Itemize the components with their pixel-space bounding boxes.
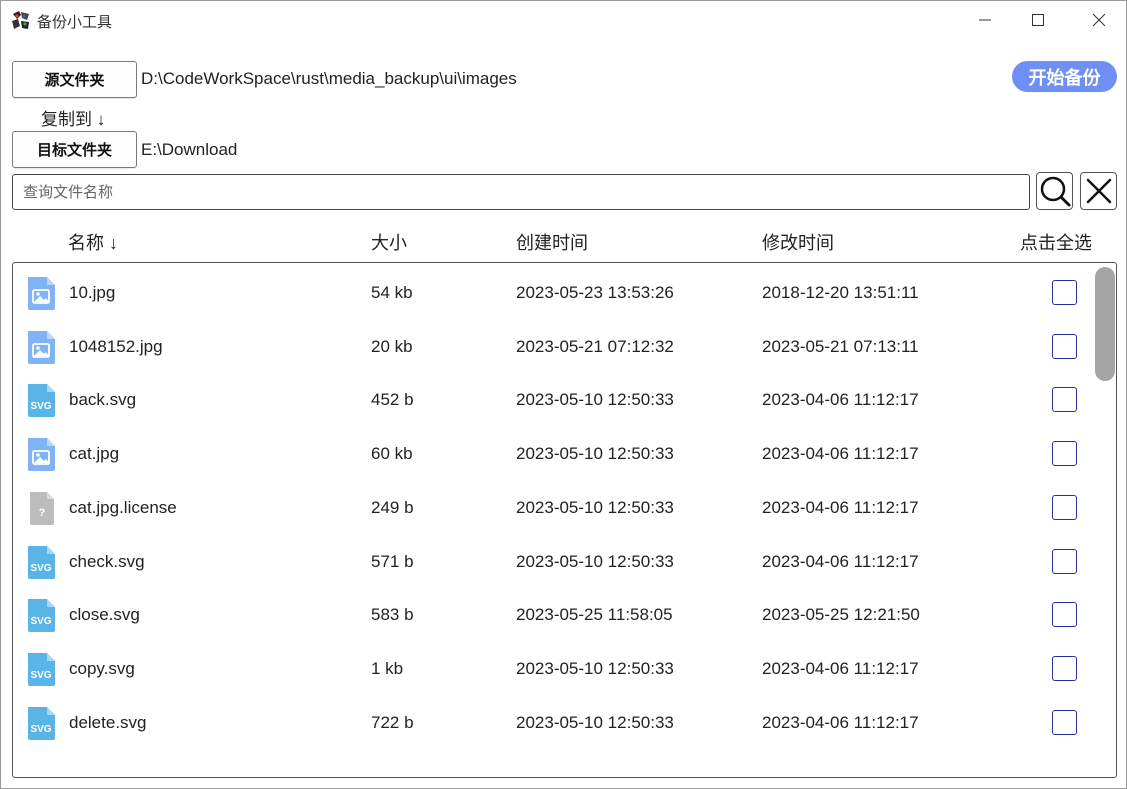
close-icon bbox=[1092, 13, 1106, 27]
app-window: 备份小工具 源文件夹 D:\CodeWorkSpace\rust\media_b… bbox=[0, 0, 1127, 789]
file-modified: 2023-04-06 11:12:17 bbox=[762, 552, 919, 571]
file-size: 452 b bbox=[371, 390, 414, 409]
source-path: D:\CodeWorkSpace\rust\media_backup\ui\im… bbox=[141, 69, 517, 88]
file-name: delete.svg bbox=[69, 713, 147, 732]
file-created: 2023-05-10 12:50:33 bbox=[516, 390, 674, 409]
file-row[interactable]: SVG check.svg 571 b 2023-05-10 12:50:33 … bbox=[13, 534, 1116, 588]
target-folder-button[interactable]: 目标文件夹 bbox=[12, 131, 137, 168]
file-size: 583 b bbox=[371, 605, 414, 624]
file-list: 10.jpg 54 kb 2023-05-23 13:53:26 2018-12… bbox=[12, 262, 1117, 778]
svg-text:SVG: SVG bbox=[30, 401, 51, 412]
search-input[interactable] bbox=[12, 174, 1030, 210]
file-created: 2023-05-25 11:58:05 bbox=[516, 605, 673, 624]
file-row[interactable]: SVG copy.svg 1 kb 2023-05-10 12:50:33 20… bbox=[13, 641, 1116, 695]
file-name: cat.jpg.license bbox=[69, 498, 177, 517]
file-size: 60 kb bbox=[371, 444, 413, 463]
file-row[interactable]: cat.jpg 60 kb 2023-05-10 12:50:33 2023-0… bbox=[13, 426, 1116, 480]
copy-to-label: 复制到 ↓ bbox=[41, 110, 106, 129]
file-name: check.svg bbox=[69, 552, 145, 571]
source-folder-button[interactable]: 源文件夹 bbox=[12, 61, 137, 98]
column-header-created[interactable]: 创建时间 bbox=[516, 229, 588, 255]
file-created: 2023-05-10 12:50:33 bbox=[516, 444, 674, 463]
file-created: 2023-05-21 07:12:32 bbox=[516, 337, 674, 356]
svg-file-icon: SVG bbox=[28, 653, 55, 686]
file-checkbox[interactable] bbox=[1052, 495, 1077, 520]
title-bar: 备份小工具 bbox=[1, 1, 1126, 39]
file-size: 20 kb bbox=[371, 337, 413, 356]
svg-text:SVG: SVG bbox=[30, 724, 51, 735]
file-row[interactable]: SVG back.svg 452 b 2023-05-10 12:50:33 2… bbox=[13, 372, 1116, 426]
start-backup-button[interactable]: 开始备份 bbox=[1012, 61, 1117, 92]
file-checkbox[interactable] bbox=[1052, 549, 1077, 574]
file-row[interactable]: SVG delete.svg 722 b 2023-05-10 12:50:33… bbox=[13, 695, 1116, 749]
file-modified: 2018-12-20 13:51:11 bbox=[762, 283, 919, 302]
file-created: 2023-05-10 12:50:33 bbox=[516, 659, 674, 678]
svg-file-icon: SVG bbox=[28, 599, 55, 632]
file-row[interactable]: 1048152.jpg 20 kb 2023-05-21 07:12:32 20… bbox=[13, 319, 1116, 373]
svg-file-icon: SVG bbox=[28, 707, 55, 740]
file-checkbox[interactable] bbox=[1052, 710, 1077, 735]
app-logo-icon bbox=[11, 10, 31, 30]
file-modified: 2023-04-06 11:12:17 bbox=[762, 498, 919, 517]
clear-search-button[interactable] bbox=[1080, 172, 1117, 210]
minimize-icon bbox=[979, 19, 991, 21]
file-size: 249 b bbox=[371, 498, 414, 517]
file-name: close.svg bbox=[69, 605, 140, 624]
file-name: 10.jpg bbox=[69, 283, 116, 302]
file-checkbox[interactable] bbox=[1052, 441, 1077, 466]
search-button[interactable] bbox=[1036, 172, 1073, 210]
file-modified: 2023-04-06 11:12:17 bbox=[762, 444, 919, 463]
svg-text:?: ? bbox=[39, 507, 46, 519]
file-size: 571 b bbox=[371, 552, 414, 571]
maximize-button[interactable] bbox=[1015, 1, 1061, 39]
file-modified: 2023-05-21 07:13:11 bbox=[762, 337, 919, 356]
file-size: 1 kb bbox=[371, 659, 404, 678]
file-name: copy.svg bbox=[69, 659, 135, 678]
close-icon bbox=[1086, 178, 1111, 204]
maximize-icon bbox=[1032, 14, 1044, 26]
file-checkbox[interactable] bbox=[1052, 656, 1077, 681]
target-path: E:\Download bbox=[141, 140, 238, 159]
unknown-file-icon: ? bbox=[30, 492, 54, 525]
file-size: 722 b bbox=[371, 713, 414, 732]
column-header-name[interactable]: 名称 ↓ bbox=[68, 229, 118, 255]
svg-file-icon: SVG bbox=[28, 384, 55, 417]
svg-text:SVG: SVG bbox=[30, 670, 51, 681]
file-modified: 2023-04-06 11:12:17 bbox=[762, 390, 919, 409]
image-file-icon bbox=[28, 438, 55, 471]
file-checkbox[interactable] bbox=[1052, 334, 1077, 359]
file-size: 54 kb bbox=[371, 283, 413, 302]
file-created: 2023-05-10 12:50:33 bbox=[516, 552, 674, 571]
svg-text:SVG: SVG bbox=[30, 563, 51, 574]
column-header-modified[interactable]: 修改时间 bbox=[762, 229, 834, 255]
image-file-icon bbox=[28, 277, 55, 310]
image-file-icon bbox=[28, 331, 55, 364]
file-name: 1048152.jpg bbox=[69, 337, 163, 356]
file-checkbox[interactable] bbox=[1052, 280, 1077, 305]
file-created: 2023-05-23 13:53:26 bbox=[516, 283, 674, 302]
file-row[interactable]: SVG close.svg 583 b 2023-05-25 11:58:05 … bbox=[13, 587, 1116, 641]
file-checkbox[interactable] bbox=[1052, 387, 1077, 412]
close-window-button[interactable] bbox=[1076, 1, 1122, 39]
file-row[interactable]: ? cat.jpg.license 249 b 2023-05-10 12:50… bbox=[13, 480, 1116, 534]
window-title: 备份小工具 bbox=[37, 14, 113, 31]
file-row[interactable]: 10.jpg 54 kb 2023-05-23 13:53:26 2018-12… bbox=[13, 265, 1116, 319]
column-header-size[interactable]: 大小 bbox=[371, 229, 407, 255]
select-all-button[interactable]: 点击全选 bbox=[1020, 229, 1092, 255]
file-name: cat.jpg bbox=[69, 444, 120, 463]
file-modified: 2023-04-06 11:12:17 bbox=[762, 659, 919, 678]
file-name: back.svg bbox=[69, 390, 137, 409]
minimize-button[interactable] bbox=[962, 1, 1008, 39]
file-checkbox[interactable] bbox=[1052, 602, 1077, 627]
list-scrollbar[interactable] bbox=[1095, 264, 1115, 777]
file-modified: 2023-05-25 12:21:50 bbox=[762, 605, 920, 624]
file-created: 2023-05-10 12:50:33 bbox=[516, 498, 674, 517]
scrollbar-thumb[interactable] bbox=[1095, 267, 1115, 381]
file-created: 2023-05-10 12:50:33 bbox=[516, 713, 674, 732]
svg-text:SVG: SVG bbox=[30, 616, 51, 627]
svg-file-icon: SVG bbox=[28, 546, 55, 579]
search-icon bbox=[1040, 176, 1070, 207]
file-modified: 2023-04-06 11:12:17 bbox=[762, 713, 919, 732]
